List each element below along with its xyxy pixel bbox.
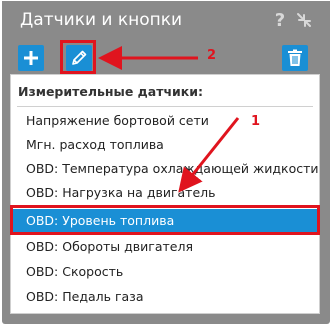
annotation-label-2: 2 <box>207 48 217 63</box>
list-item[interactable]: OBD: Обороты двигателя <box>11 235 319 259</box>
list-item[interactable]: OBD: Нагрузка на двигатель <box>11 181 319 205</box>
sensor-list: Измерительные датчики: Напряжение бортов… <box>10 74 320 314</box>
list-item[interactable]: OBD: Температура охлаждающей жидкости <box>11 157 319 181</box>
toolbar <box>2 39 330 73</box>
plus-icon <box>24 51 38 65</box>
collapse-icon[interactable] <box>294 10 314 30</box>
annotation-box-edit <box>60 40 96 74</box>
help-icon[interactable]: ? <box>270 10 290 31</box>
list-item[interactable]: OBD: Педаль газа <box>11 285 319 309</box>
list-divider <box>17 106 313 107</box>
list-item[interactable]: Напряжение бортовой сети <box>11 109 319 133</box>
list-item[interactable]: OBD: Скорость <box>11 260 319 284</box>
annotation-box-selected <box>10 205 320 235</box>
list-header: Измерительные датчики: <box>18 84 204 99</box>
delete-button[interactable] <box>282 45 308 71</box>
annotation-label-1: 1 <box>251 114 261 129</box>
title-bar: Датчики и кнопки ? <box>2 1 330 39</box>
list-item[interactable]: Мгн. расход топлива <box>11 133 319 157</box>
trash-icon <box>288 49 302 66</box>
panel-title: Датчики и кнопки <box>20 10 183 30</box>
add-button[interactable] <box>18 45 44 71</box>
